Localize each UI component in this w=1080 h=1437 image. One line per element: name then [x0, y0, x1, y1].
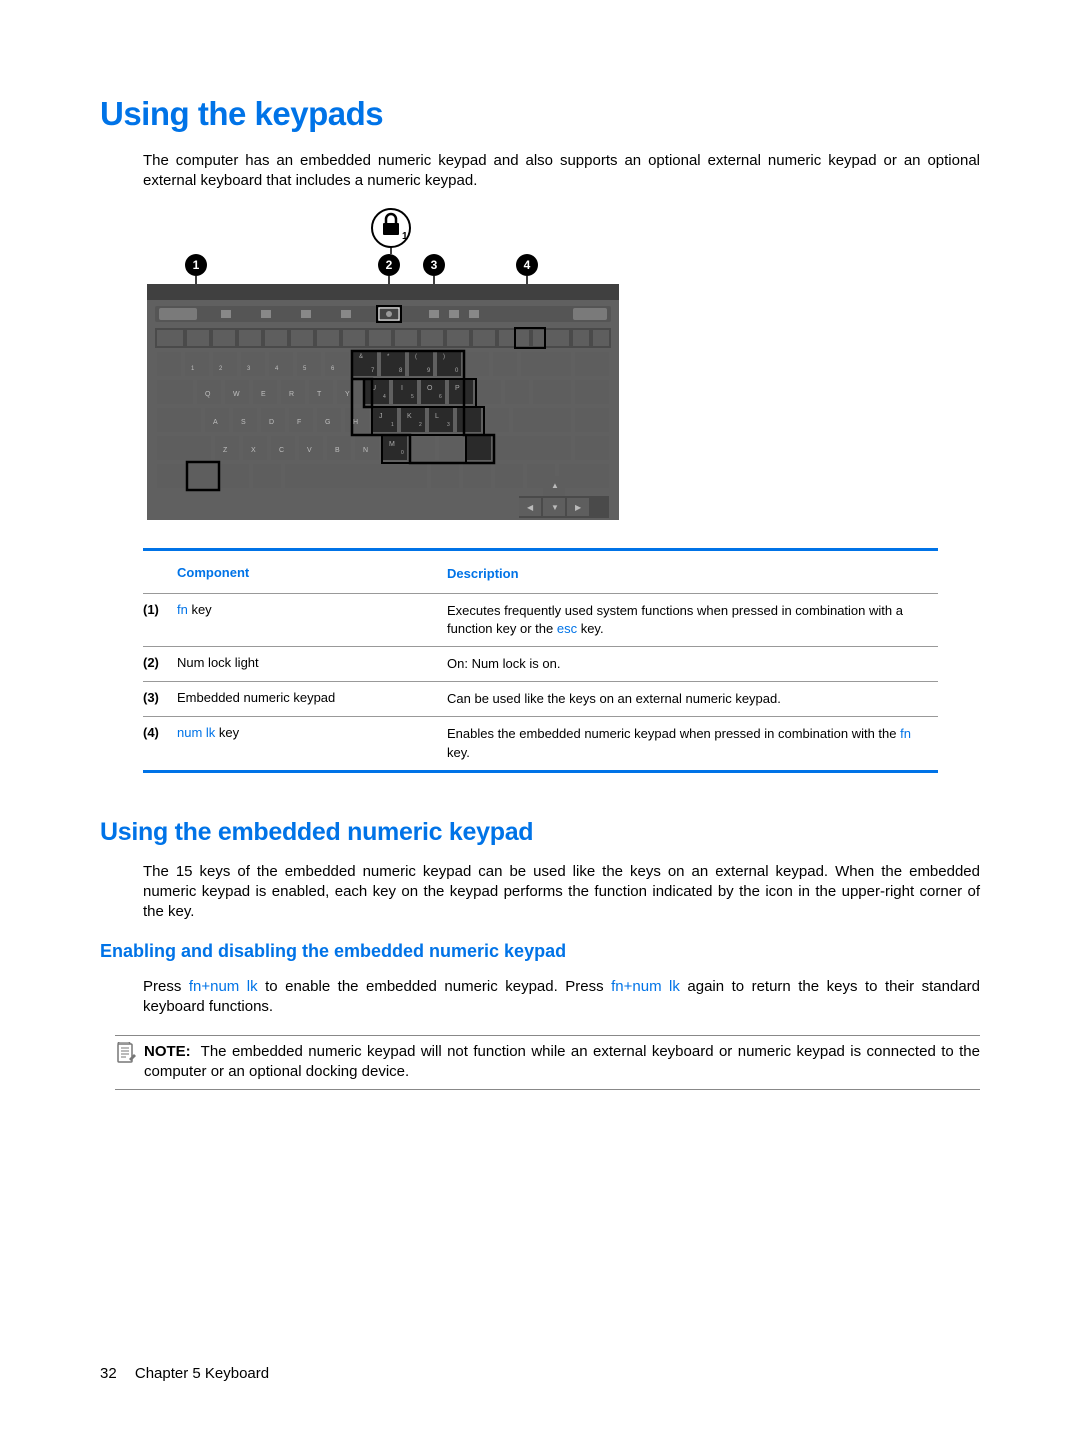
subsection-heading: Enabling and disabling the embedded nume… [100, 941, 980, 962]
svg-text:▲: ▲ [551, 481, 559, 490]
svg-text:G: G [325, 419, 330, 426]
svg-text:Q: Q [205, 391, 211, 398]
svg-text:M: M [389, 441, 395, 448]
svg-text:K: K [407, 413, 412, 420]
table-row: (1)fn keyExecutes frequently used system… [143, 593, 938, 646]
svg-text:T: T [317, 391, 322, 398]
svg-text:◀: ◀ [527, 503, 534, 512]
row-description: Executes frequently used system function… [447, 593, 938, 646]
svg-text:0: 0 [401, 450, 404, 456]
row-component: Embedded numeric keypad [177, 682, 447, 717]
section-body: The 15 keys of the embedded numeric keyp… [143, 862, 980, 923]
callout-1: 1 [185, 254, 207, 276]
keyboard-illustration: 1 1 2 3 4 [143, 206, 623, 526]
svg-text:H: H [353, 419, 358, 426]
svg-text:L: L [435, 413, 439, 420]
table-row: (3)Embedded numeric keypadCan be used li… [143, 682, 938, 717]
svg-text:A: A [213, 419, 218, 426]
row-component: num lk key [177, 717, 447, 771]
svg-text:E: E [261, 391, 266, 398]
row-index: (1) [143, 593, 177, 646]
page-number: 32 [100, 1365, 117, 1382]
note-label: NOTE: [144, 1043, 191, 1060]
svg-text:▶: ▶ [575, 503, 582, 512]
svg-text:4: 4 [383, 394, 386, 400]
note-icon [115, 1042, 141, 1070]
callout-4: 4 [516, 254, 538, 276]
svg-text:4: 4 [524, 258, 531, 272]
svg-text:1: 1 [402, 231, 408, 242]
chapter-label: Chapter 5 Keyboard [135, 1365, 269, 1382]
svg-text:3: 3 [447, 422, 450, 428]
row-description: Can be used like the keys on an external… [447, 682, 938, 717]
svg-text:J: J [379, 413, 383, 420]
svg-text:▼: ▼ [551, 503, 559, 512]
svg-text:W: W [233, 391, 240, 398]
subsection-body: Press fn+num lk to enable the embedded n… [143, 977, 980, 1018]
note-body: The embedded numeric keypad will not fun… [144, 1043, 980, 1080]
keyboard-figure: 1 1 2 3 4 [143, 206, 623, 526]
svg-text:Z: Z [223, 447, 228, 454]
svg-text:1: 1 [391, 422, 394, 428]
table-header-description: Description [447, 549, 938, 593]
svg-text:&: & [359, 354, 363, 360]
row-description: On: Num lock is on. [447, 647, 938, 682]
svg-text:N: N [363, 447, 368, 454]
section-heading: Using the embedded numeric keypad [100, 818, 980, 847]
note-block: NOTE:The embedded numeric keypad will no… [115, 1035, 980, 1090]
callout-2: 2 [378, 254, 400, 276]
table-row: (4)num lk keyEnables the embedded numeri… [143, 717, 938, 771]
page-footer: 32 Chapter 5 Keyboard [100, 1365, 269, 1382]
svg-text:2: 2 [419, 422, 422, 428]
svg-text:6: 6 [439, 394, 442, 400]
svg-text:O: O [427, 385, 433, 392]
svg-text:5: 5 [411, 394, 414, 400]
svg-text:X: X [251, 447, 256, 454]
svg-text:I: I [401, 385, 403, 392]
row-component: Num lock light [177, 647, 447, 682]
row-index: (3) [143, 682, 177, 717]
svg-text:Y: Y [345, 391, 350, 398]
row-component: fn key [177, 593, 447, 646]
svg-text:S: S [241, 419, 246, 426]
callout-3: 3 [423, 254, 445, 276]
svg-text:1: 1 [193, 258, 200, 272]
table-header-component: Component [177, 549, 447, 593]
svg-text:R: R [289, 391, 294, 398]
row-description: Enables the embedded numeric keypad when… [447, 717, 938, 771]
svg-text:P: P [455, 385, 460, 392]
note-text: NOTE:The embedded numeric keypad will no… [144, 1042, 980, 1083]
row-index: (2) [143, 647, 177, 682]
document-page: Using the keypads The computer has an em… [0, 0, 1080, 1437]
svg-text:D: D [269, 419, 274, 426]
svg-text:): ) [443, 354, 445, 360]
svg-text:3: 3 [431, 258, 438, 272]
svg-text:V: V [307, 447, 312, 454]
svg-text:2: 2 [386, 258, 393, 272]
component-table: Component Description (1)fn keyExecutes … [143, 548, 938, 773]
intro-paragraph: The computer has an embedded numeric key… [143, 151, 980, 192]
svg-text:F: F [297, 419, 301, 426]
page-title: Using the keypads [100, 95, 980, 133]
svg-text:(: ( [415, 354, 417, 360]
row-index: (4) [143, 717, 177, 771]
svg-text:C: C [279, 447, 284, 454]
table-row: (2)Num lock lightOn: Num lock is on. [143, 647, 938, 682]
svg-text:B: B [335, 447, 340, 454]
